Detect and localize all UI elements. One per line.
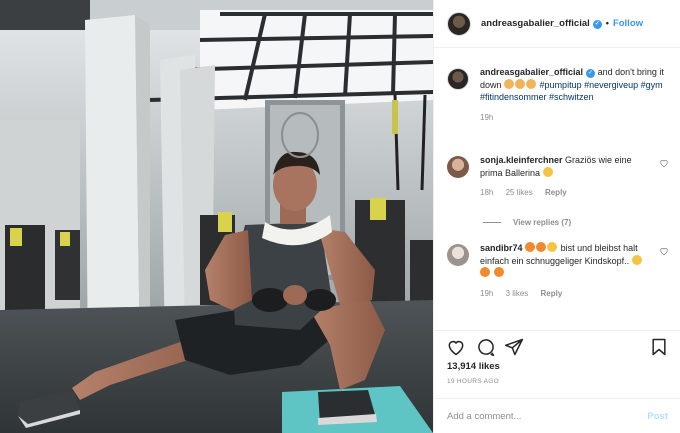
commenter-avatar[interactable] <box>447 244 469 266</box>
hashtag-link[interactable]: #nevergiveup <box>584 80 638 90</box>
replies-divider <box>483 222 501 223</box>
save-bookmark-icon[interactable] <box>649 337 669 357</box>
verified-badge-icon: ✓ <box>592 20 602 29</box>
comment-meta: 18h 25 likes Reply <box>480 187 650 200</box>
hashtag-link[interactable]: #gym <box>641 80 663 90</box>
post-comment-button[interactable]: Post <box>647 411 668 422</box>
author-avatar[interactable] <box>447 11 471 36</box>
starstruck-face-icon <box>525 242 536 252</box>
like-heart-icon[interactable] <box>446 337 466 357</box>
gym-photo-illustration <box>0 0 433 433</box>
caption-age: 19h <box>480 112 494 122</box>
grinning-face-icon <box>631 254 642 265</box>
starstruck-face-icon <box>493 267 504 277</box>
comment-username[interactable]: sonja.kleinferchner <box>480 155 563 165</box>
reply-button[interactable]: Reply <box>545 188 567 197</box>
comment-meta: 19h 3 likes Reply <box>480 288 650 301</box>
post-side-panel: andreasgabalier_official ✓ • Follow andreas… <box>433 0 680 433</box>
hashtag-link[interactable]: #fitindensommer <box>480 92 547 102</box>
share-paper-plane-icon[interactable] <box>504 337 524 357</box>
flexed-biceps-icon <box>515 78 526 89</box>
comment-age: 18h <box>480 188 494 197</box>
reply-button[interactable]: Reply <box>541 289 563 298</box>
post-timestamp[interactable]: 19 HOURS AGO <box>447 378 499 385</box>
commenter-avatar[interactable] <box>447 156 469 178</box>
like-comment-heart-icon[interactable] <box>659 158 669 168</box>
action-bar <box>434 330 680 360</box>
comment-username[interactable]: sandibr74 <box>480 243 523 253</box>
hashtag-link[interactable]: #pumpitup <box>540 80 582 90</box>
post-header: andreasgabalier_official ✓ • Follow <box>434 0 680 48</box>
comment-input[interactable] <box>447 410 648 422</box>
view-replies-label[interactable]: View replies (7) <box>513 218 571 227</box>
grinning-face-icon <box>547 242 558 252</box>
comment-likes[interactable]: 3 likes <box>506 289 529 298</box>
comment-age: 19h <box>480 288 494 298</box>
follow-button[interactable]: Follow <box>613 18 643 29</box>
caption-username[interactable]: andreasgabalier_official <box>480 67 583 77</box>
likes-count[interactable]: 13,914 likes <box>447 361 500 372</box>
comments-list[interactable]: andreasgabalier_official ✓ and don't brin… <box>434 56 680 326</box>
post-photo[interactable] <box>0 0 433 433</box>
comment-row: sonja.kleinferchner Graziös wie eine pri… <box>447 154 669 200</box>
caption-body: andreasgabalier_official ✓ and don't brin… <box>480 66 669 124</box>
caption-author-avatar[interactable] <box>447 68 469 90</box>
comment-likes[interactable]: 25 likes <box>506 188 533 197</box>
comment-row: sandibr74 bist und bleibst halt einfach … <box>447 242 669 300</box>
comment-body: sandibr74 bist und bleibst halt einfach … <box>480 242 650 300</box>
view-replies-link[interactable]: View replies (7) <box>483 218 571 227</box>
starstruck-face-icon <box>480 267 490 277</box>
comment-bubble-icon[interactable] <box>476 337 496 357</box>
grinning-face-icon <box>542 166 553 177</box>
verified-badge-icon: ✓ <box>586 69 596 78</box>
like-comment-heart-icon[interactable] <box>659 246 669 256</box>
caption-row: andreasgabalier_official ✓ and don't brin… <box>447 66 669 124</box>
separator-dot: • <box>605 18 609 28</box>
hashtag-link[interactable]: #schwitzen <box>549 92 594 102</box>
starstruck-face-icon <box>536 242 547 252</box>
flexed-biceps-icon <box>504 78 515 89</box>
caption-meta: 19h <box>480 112 669 125</box>
comment-composer: Post <box>434 398 680 433</box>
author-username-row: andreasgabalier_official ✓ • Follow <box>481 18 643 29</box>
author-username[interactable]: andreasgabalier_official <box>481 18 590 29</box>
comment-body: sonja.kleinferchner Graziös wie eine pri… <box>480 154 650 200</box>
waving-hand-icon <box>526 78 537 89</box>
